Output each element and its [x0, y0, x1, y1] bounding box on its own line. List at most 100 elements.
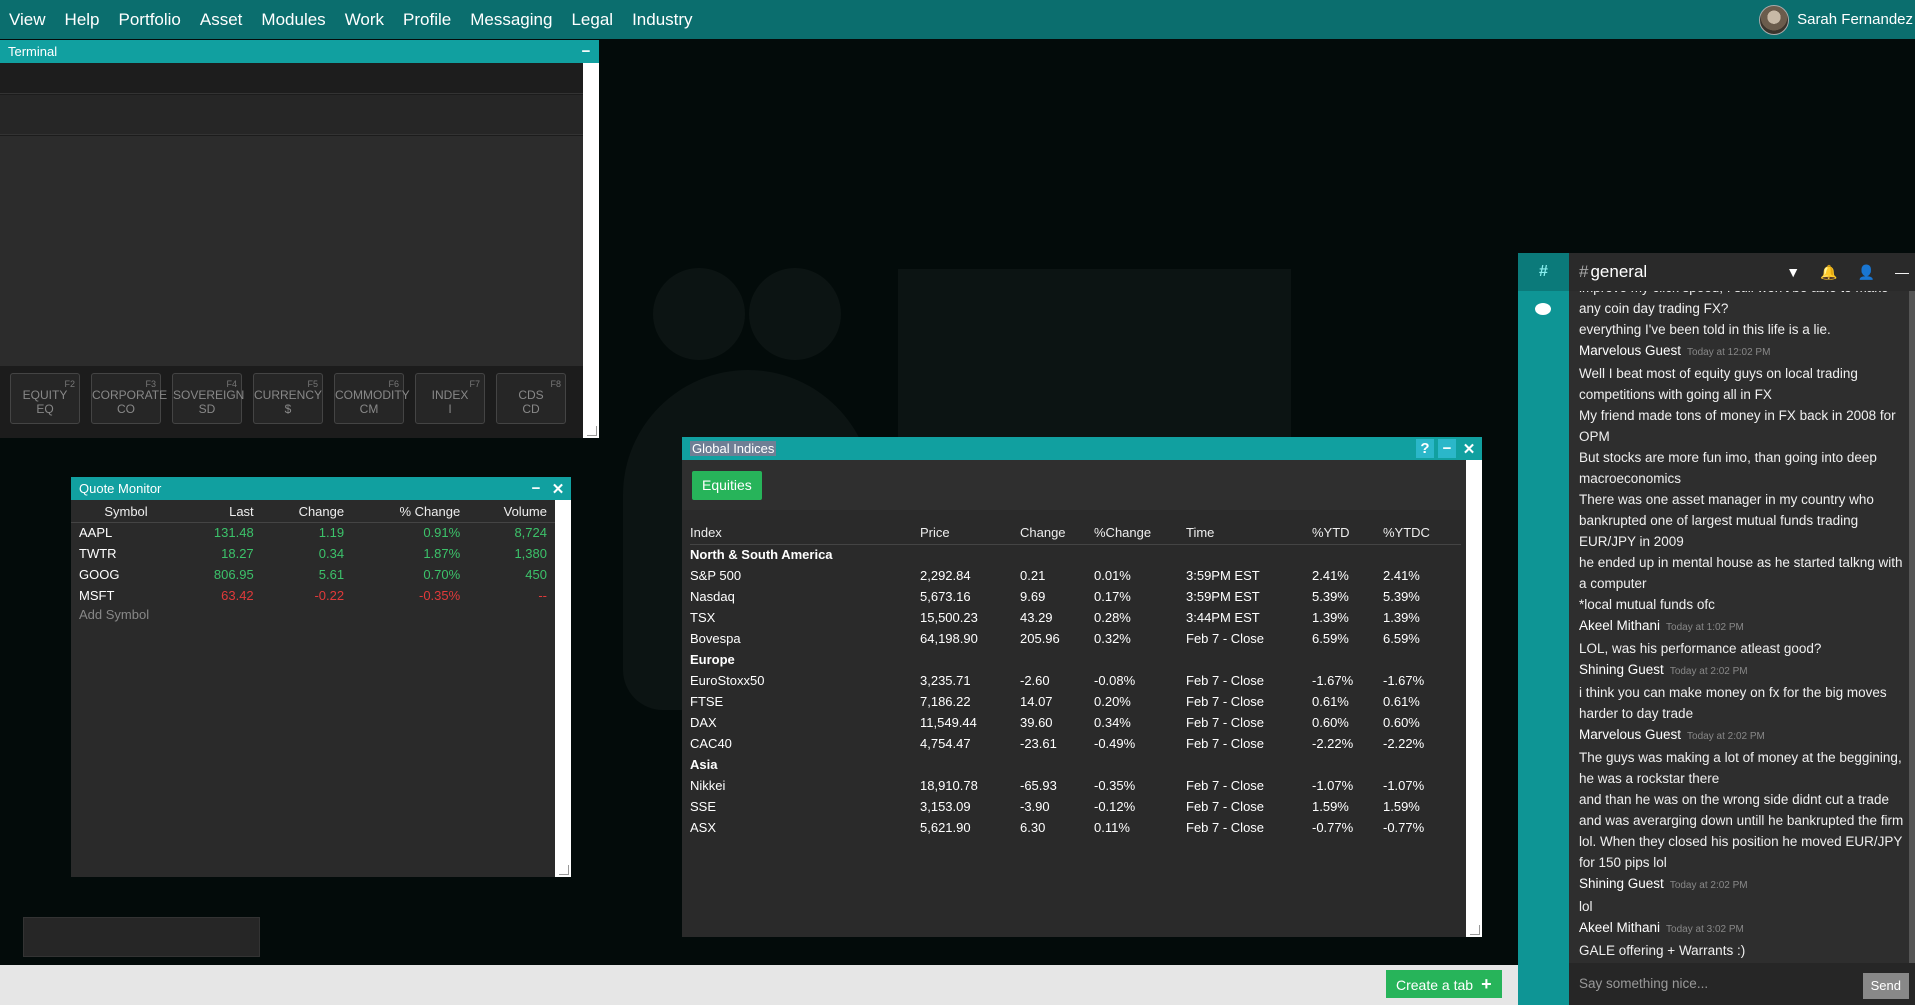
- minimize-icon[interactable]: −: [1438, 439, 1456, 458]
- table-row[interactable]: FTSE 7,186.22 14.07 0.20% Feb 7 - Close 0.61%…: [690, 691, 1461, 712]
- messages-icon[interactable]: [1535, 303, 1551, 315]
- table-row[interactable]: S&P 500 2,292.84 0.21 0.01% 3:59PM EST 2.41% 2…: [690, 565, 1461, 586]
- table-row[interactable]: TSX 15,500.23 43.29 0.28% 3:44PM EST 1.39% 1.3…: [690, 607, 1461, 628]
- channels-icon[interactable]: #: [1518, 253, 1569, 291]
- list-item: improve my click speed, I still won't be…: [1579, 291, 1909, 298]
- column-header[interactable]: %Change: [1094, 522, 1186, 545]
- message-author[interactable]: Akeel Mithani: [1579, 618, 1660, 633]
- table-row[interactable]: Bovespa 64,198.90 205.96 0.32% Feb 7 - Close…: [690, 628, 1461, 649]
- channel-name[interactable]: general: [1590, 262, 1647, 282]
- menu-item-messaging[interactable]: Messaging: [461, 0, 562, 39]
- fkey-corporate[interactable]: F3 CORPORATE CO: [91, 373, 167, 424]
- terminal-titlebar[interactable]: Terminal −: [0, 40, 599, 63]
- menu-item-profile[interactable]: Profile: [394, 0, 461, 39]
- table-row[interactable]: TWTR 18.27 0.34 1.87% 1,380: [71, 543, 555, 564]
- pct-cell: -0.35%: [418, 588, 461, 603]
- change-cell: 14.07: [1020, 694, 1053, 709]
- menu-item-asset[interactable]: Asset: [191, 0, 253, 39]
- ytdc-cell: -1.07%: [1383, 778, 1425, 793]
- table-row[interactable]: SSE 3,153.09 -3.90 -0.12% Feb 7 - Close 1.59%…: [690, 796, 1461, 817]
- indices-table: Index Price Change %Change Time %YTD %YTDC Nor…: [690, 522, 1461, 838]
- message-author[interactable]: Akeel Mithani: [1579, 920, 1660, 935]
- table-row[interactable]: CAC40 4,754.47 -23.61 -0.49% Feb 7 - Close -2…: [690, 733, 1461, 754]
- global-indices-titlebar[interactable]: Global Indices ? − ✕: [682, 437, 1482, 460]
- equities-tab-button[interactable]: Equities: [692, 471, 762, 500]
- message-author[interactable]: Shining Guest: [1579, 662, 1664, 677]
- fkey-cds[interactable]: F8 CDS CD: [496, 373, 566, 424]
- message-author[interactable]: Shining Guest: [1579, 876, 1664, 891]
- table-row[interactable]: DAX 11,549.44 39.60 0.34% Feb 7 - Close 0.60%…: [690, 712, 1461, 733]
- index-name-cell: Nikkei: [690, 778, 726, 793]
- resize-handle[interactable]: [587, 426, 597, 436]
- avatar[interactable]: [1759, 4, 1790, 35]
- list-item: everything I've been told in this life i…: [1579, 319, 1909, 340]
- column-header[interactable]: Price: [920, 522, 1020, 545]
- menu-item-view[interactable]: View: [0, 0, 56, 39]
- index-name-cell: FTSE: [690, 694, 724, 709]
- column-header[interactable]: Volume: [468, 501, 555, 523]
- table-row[interactable]: EuroStoxx50 3,235.71 -2.60 -0.08% Feb 7 - Cl…: [690, 670, 1461, 691]
- command-input[interactable]: [23, 917, 260, 957]
- column-header[interactable]: Index: [690, 522, 920, 545]
- terminal-scrollbar[interactable]: [583, 63, 599, 438]
- chat-panel: # # general ▼ 🔔 👤 — improve my click spe…: [1518, 253, 1915, 1005]
- quote-monitor-titlebar[interactable]: Quote Monitor − ✕: [71, 477, 571, 500]
- message-input[interactable]: Say something nice...: [1579, 963, 1708, 1005]
- table-row[interactable]: ASX 5,621.90 6.30 0.11% Feb 7 - Close -0.77% -…: [690, 817, 1461, 838]
- minimize-icon[interactable]: −: [577, 42, 595, 61]
- user-icon[interactable]: 👤: [1858, 264, 1875, 281]
- time-cell: 3:44PM EST: [1186, 610, 1260, 625]
- price-cell: 3,153.09: [920, 799, 971, 814]
- menu-item-industry[interactable]: Industry: [623, 0, 702, 39]
- ytd-cell: -2.22%: [1312, 736, 1354, 751]
- menu-item-work[interactable]: Work: [336, 0, 394, 39]
- pct-change-cell: -0.49%: [1094, 736, 1136, 751]
- indices-scrollbar[interactable]: [1466, 460, 1482, 937]
- table-row[interactable]: Nasdaq 5,673.16 9.69 0.17% 3:59PM EST 5.39% 5.…: [690, 586, 1461, 607]
- table-row[interactable]: GOOG 806.95 5.61 0.70% 450: [71, 564, 555, 585]
- fkey-index[interactable]: F7 INDEX I: [415, 373, 485, 424]
- minimize-icon[interactable]: −: [527, 479, 545, 498]
- quote-scrollbar[interactable]: [555, 500, 571, 877]
- fkey-commodity[interactable]: F6 COMMODITY CM: [334, 373, 410, 424]
- minimize-icon[interactable]: —: [1895, 264, 1909, 280]
- column-header[interactable]: Change: [1020, 522, 1094, 545]
- menu-item-modules[interactable]: Modules: [252, 0, 335, 39]
- help-icon[interactable]: ?: [1416, 439, 1434, 458]
- watermark-circle-left: [653, 268, 745, 360]
- column-header[interactable]: Change: [261, 501, 353, 523]
- table-row[interactable]: Nikkei 18,910.78 -65.93 -0.35% Feb 7 - Close…: [690, 775, 1461, 796]
- add-symbol-link[interactable]: Add Symbol: [79, 607, 149, 622]
- ytd-cell: 1.59%: [1312, 799, 1349, 814]
- create-tab-button[interactable]: Create a tab +: [1386, 970, 1502, 998]
- send-button[interactable]: Send: [1862, 973, 1909, 999]
- menu-item-legal[interactable]: Legal: [562, 0, 623, 39]
- column-header[interactable]: Time: [1186, 522, 1312, 545]
- fkey-code: I: [448, 402, 452, 416]
- terminal-command-line[interactable]: [0, 63, 583, 94]
- fkey-equity[interactable]: F2 EQUITY EQ: [10, 373, 80, 424]
- menu-item-portfolio[interactable]: Portfolio: [110, 0, 191, 39]
- column-header[interactable]: Symbol: [71, 501, 181, 523]
- message-author[interactable]: Marvelous Guest: [1579, 343, 1681, 358]
- close-icon[interactable]: ✕: [1460, 439, 1478, 458]
- bell-icon[interactable]: 🔔: [1820, 264, 1837, 281]
- close-icon[interactable]: ✕: [549, 479, 567, 498]
- user-profile[interactable]: Sarah Fernandez: [1759, 0, 1913, 39]
- column-header[interactable]: % Change: [352, 501, 469, 523]
- fkey-sovereign[interactable]: F4 SOVEREIGN SD: [172, 373, 244, 424]
- column-header[interactable]: %YTD: [1312, 522, 1383, 545]
- fkey-currency[interactable]: F5 CURRENCY $: [253, 373, 323, 424]
- table-row[interactable]: MSFT 63.42 -0.22 -0.35% --: [71, 585, 555, 606]
- column-header[interactable]: Last: [181, 501, 262, 523]
- column-header[interactable]: %YTDC: [1383, 522, 1461, 545]
- resize-handle[interactable]: [1470, 925, 1480, 935]
- change-cell: -23.61: [1020, 736, 1057, 751]
- chat-scrollbar[interactable]: [1909, 291, 1915, 963]
- chevron-down-icon[interactable]: ▼: [1786, 264, 1800, 280]
- message-author[interactable]: Marvelous Guest: [1579, 727, 1681, 742]
- table-row[interactable]: AAPL 131.48 1.19 0.91% 8,724: [71, 522, 555, 543]
- resize-handle[interactable]: [559, 865, 569, 875]
- terminal-output: [0, 136, 583, 366]
- menu-item-help[interactable]: Help: [56, 0, 110, 39]
